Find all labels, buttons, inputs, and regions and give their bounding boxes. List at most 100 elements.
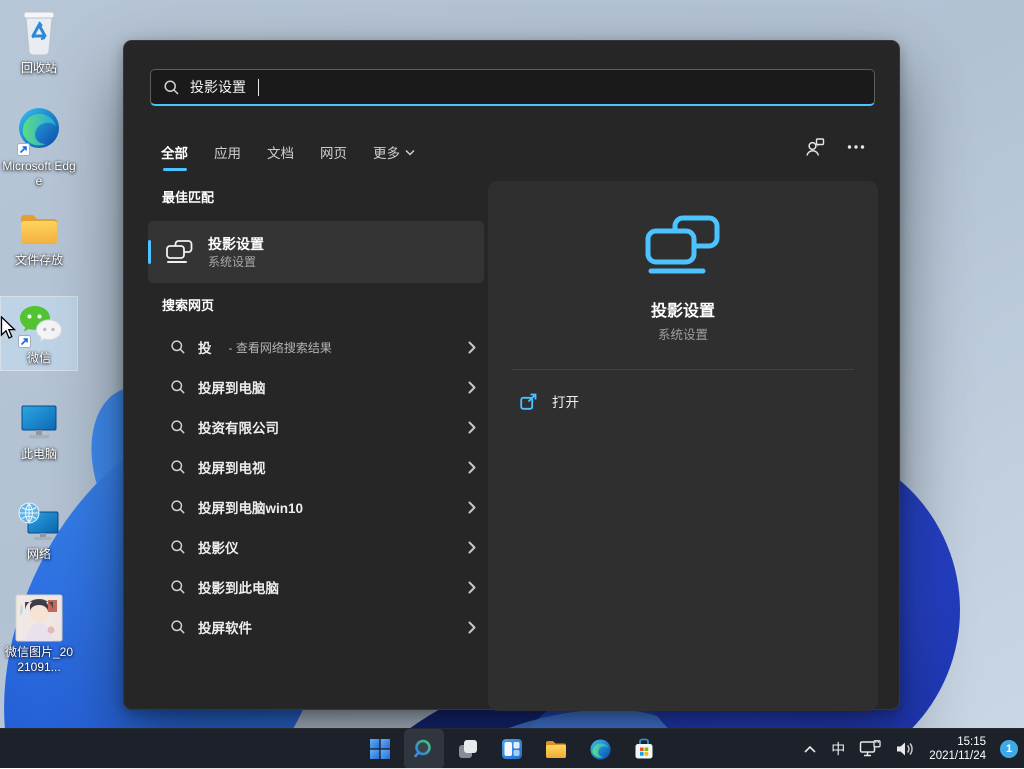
taskbar-search-button[interactable]: [404, 729, 444, 769]
clock[interactable]: 15:15 2021/11/24: [929, 735, 986, 763]
notification-count-badge[interactable]: 1: [1000, 740, 1018, 758]
task-view-button[interactable]: [448, 729, 488, 769]
search-flyout-panel: 投影设置 全部 应用 文档 网页 更多: [123, 40, 900, 710]
best-match-header: 最佳匹配: [162, 187, 214, 206]
search-query-text: 投影设置: [190, 77, 246, 97]
user-feedback-icon[interactable]: [805, 137, 825, 157]
projection-settings-large-icon: [645, 215, 721, 275]
mouse-cursor: [0, 316, 18, 340]
web-suggestion-row[interactable]: 投屏软件: [148, 607, 488, 647]
open-external-icon: [520, 393, 537, 410]
divider: [512, 369, 854, 370]
best-match-title: 投影设置: [208, 235, 264, 254]
chevron-right-icon[interactable]: [468, 501, 476, 514]
suggestion-text: 投影仪: [198, 537, 239, 557]
tab-web[interactable]: 网页: [320, 133, 347, 171]
tab-label: 全部: [161, 142, 188, 162]
suggestion-text: 投屏到电脑: [198, 377, 266, 397]
clock-time: 15:15: [929, 735, 986, 749]
search-filter-tabs: 全部 应用 文档 网页 更多: [161, 133, 415, 171]
search-icon: [171, 460, 185, 474]
desktop-icon-label: Microsoft Edge: [2, 159, 76, 189]
tab-more[interactable]: 更多: [373, 133, 415, 171]
shortcut-arrow-icon: [18, 335, 31, 348]
preview-subtitle: 系统设置: [488, 324, 878, 343]
desktop-icon-label: 微信图片_2021091...: [2, 645, 76, 675]
volume-icon[interactable]: [895, 741, 915, 757]
edge-button[interactable]: [580, 729, 620, 769]
tab-label: 文档: [267, 142, 294, 162]
search-icon: [171, 420, 185, 434]
web-suggestion-row[interactable]: 投资有限公司: [148, 407, 488, 447]
preview-title: 投影设置: [488, 297, 878, 321]
desktop-background: 回收站 Microsoft Edge: [0, 0, 1024, 768]
desktop-icon-label: 回收站: [2, 61, 76, 76]
suggestion-text: 投资有限公司: [198, 417, 279, 437]
web-search-header: 搜索网页: [162, 295, 214, 314]
chevron-right-icon[interactable]: [468, 341, 476, 354]
active-tab-indicator: [163, 168, 187, 171]
desktop-icon-label: 文件存放: [2, 253, 76, 268]
image-thumbnail: [15, 594, 63, 642]
folder-icon: [17, 206, 61, 250]
desktop-icon-folder[interactable]: 文件存放: [1, 206, 77, 268]
search-input[interactable]: 投影设置: [150, 69, 875, 106]
chevron-right-icon[interactable]: [468, 421, 476, 434]
web-suggestion-row[interactable]: 投- 查看网络搜索结果: [148, 327, 488, 367]
windows-start-icon: [369, 738, 391, 760]
this-pc-icon: [17, 400, 61, 444]
best-match-result[interactable]: 投影设置 系统设置: [148, 221, 484, 283]
suggestion-text: 投影到此电脑: [198, 577, 279, 597]
suggestion-text: 投屏到电脑win10: [198, 497, 303, 517]
more-options-icon[interactable]: [847, 144, 865, 150]
search-icon: [171, 540, 185, 554]
network-icon: [16, 500, 62, 544]
desktop-icon-this-pc[interactable]: 此电脑: [1, 400, 77, 462]
best-match-subtitle: 系统设置: [208, 254, 264, 270]
web-suggestion-row[interactable]: 投屏到电脑: [148, 367, 488, 407]
start-button[interactable]: [360, 729, 400, 769]
chevron-right-icon[interactable]: [468, 541, 476, 554]
desktop-icon-network[interactable]: 网络: [1, 500, 77, 562]
ime-indicator[interactable]: 中: [831, 739, 845, 759]
web-suggestion-row[interactable]: 投影到此电脑: [148, 567, 488, 607]
web-suggestion-row[interactable]: 投屏到电视: [148, 447, 488, 487]
selection-accent-bar: [148, 240, 151, 264]
tab-label: 网页: [320, 142, 347, 162]
widgets-button[interactable]: [492, 729, 532, 769]
desktop-icon-label: 微信: [2, 351, 76, 366]
taskbar-search-icon: [413, 738, 435, 760]
tab-apps[interactable]: 应用: [214, 133, 241, 171]
suggestion-text: 投屏到电视: [198, 457, 266, 477]
microsoft-store-icon: [633, 738, 655, 760]
show-hidden-icons-chevron[interactable]: [803, 744, 817, 754]
chevron-right-icon[interactable]: [468, 581, 476, 594]
file-explorer-button[interactable]: [536, 729, 576, 769]
open-label: 打开: [552, 391, 579, 411]
tab-all[interactable]: 全部: [161, 133, 188, 171]
search-icon: [171, 340, 185, 354]
web-suggestion-row[interactable]: 投影仪: [148, 527, 488, 567]
chevron-right-icon[interactable]: [468, 381, 476, 394]
tab-label: 应用: [214, 142, 241, 162]
recycle-bin-icon: [17, 8, 61, 58]
desktop-icon-edge[interactable]: Microsoft Edge: [1, 106, 77, 189]
suggestion-text: 投: [198, 337, 212, 357]
taskbar: 中 15:15 2021/11/24 1: [0, 728, 1024, 768]
tab-label: 更多: [373, 142, 400, 162]
search-icon: [171, 620, 185, 634]
desktop-icon-recycle-bin[interactable]: 回收站: [1, 8, 77, 76]
open-action[interactable]: 打开: [500, 379, 866, 423]
store-button[interactable]: [624, 729, 664, 769]
file-explorer-icon: [544, 738, 568, 760]
tab-documents[interactable]: 文档: [267, 133, 294, 171]
chevron-right-icon[interactable]: [468, 621, 476, 634]
widgets-icon: [501, 738, 523, 760]
web-suggestion-row[interactable]: 投屏到电脑win10: [148, 487, 488, 527]
network-ethernet-icon[interactable]: [859, 740, 881, 758]
chevron-right-icon[interactable]: [468, 461, 476, 474]
search-icon: [171, 500, 185, 514]
text-caret: [258, 79, 259, 96]
projection-settings-icon: [166, 240, 193, 264]
desktop-icon-image-file[interactable]: 微信图片_2021091...: [1, 594, 77, 675]
